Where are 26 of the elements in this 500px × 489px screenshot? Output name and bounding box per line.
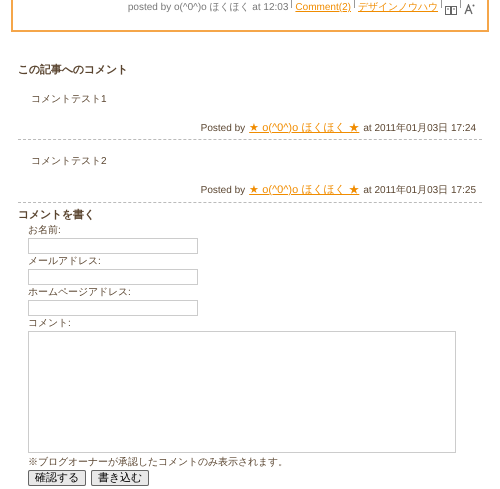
- form-button[interactable]: 書き込む: [91, 470, 149, 486]
- post-meta: posted by o(^0^)o ほくほく at 12:03: [128, 1, 288, 15]
- posted-by-label: Posted by: [200, 184, 246, 198]
- book-icon[interactable]: [445, 5, 457, 15]
- comment-link[interactable]: Comment(2): [295, 0, 351, 15]
- category-link[interactable]: デザインノウハウ: [358, 0, 438, 15]
- field-label: ホームページアドレス:: [28, 286, 132, 300]
- field-label: メールアドレス:: [28, 255, 102, 269]
- input-field[interactable]: [28, 269, 198, 285]
- section-heading: この記事へのコメント: [18, 62, 129, 78]
- posted-by-label: Posted by: [200, 122, 246, 136]
- input-field[interactable]: [28, 238, 198, 254]
- font-size-icon[interactable]: [464, 4, 475, 15]
- input-field[interactable]: [28, 300, 198, 316]
- comment-date: at 2011年01月03日 17:25: [363, 184, 476, 198]
- field-label: お名前:: [28, 224, 62, 238]
- comment-text: コメントテスト2: [30, 155, 108, 169]
- form-button[interactable]: 確認する: [28, 470, 86, 486]
- comment-date: at 2011年01月03日 17:24: [363, 122, 476, 136]
- comment-text: コメントテスト1: [30, 92, 108, 106]
- form-heading: コメントを書く: [18, 208, 96, 222]
- author-link[interactable]: ★ o(^0^)o ほくほく ★: [249, 182, 360, 198]
- comment-textarea[interactable]: [28, 331, 456, 453]
- field-label: コメント:: [28, 317, 72, 331]
- moderation-note: ※ブログオーナーが承認したコメントのみ表示されます。: [28, 456, 289, 470]
- author-link[interactable]: ★ o(^0^)o ほくほく ★: [249, 120, 360, 136]
